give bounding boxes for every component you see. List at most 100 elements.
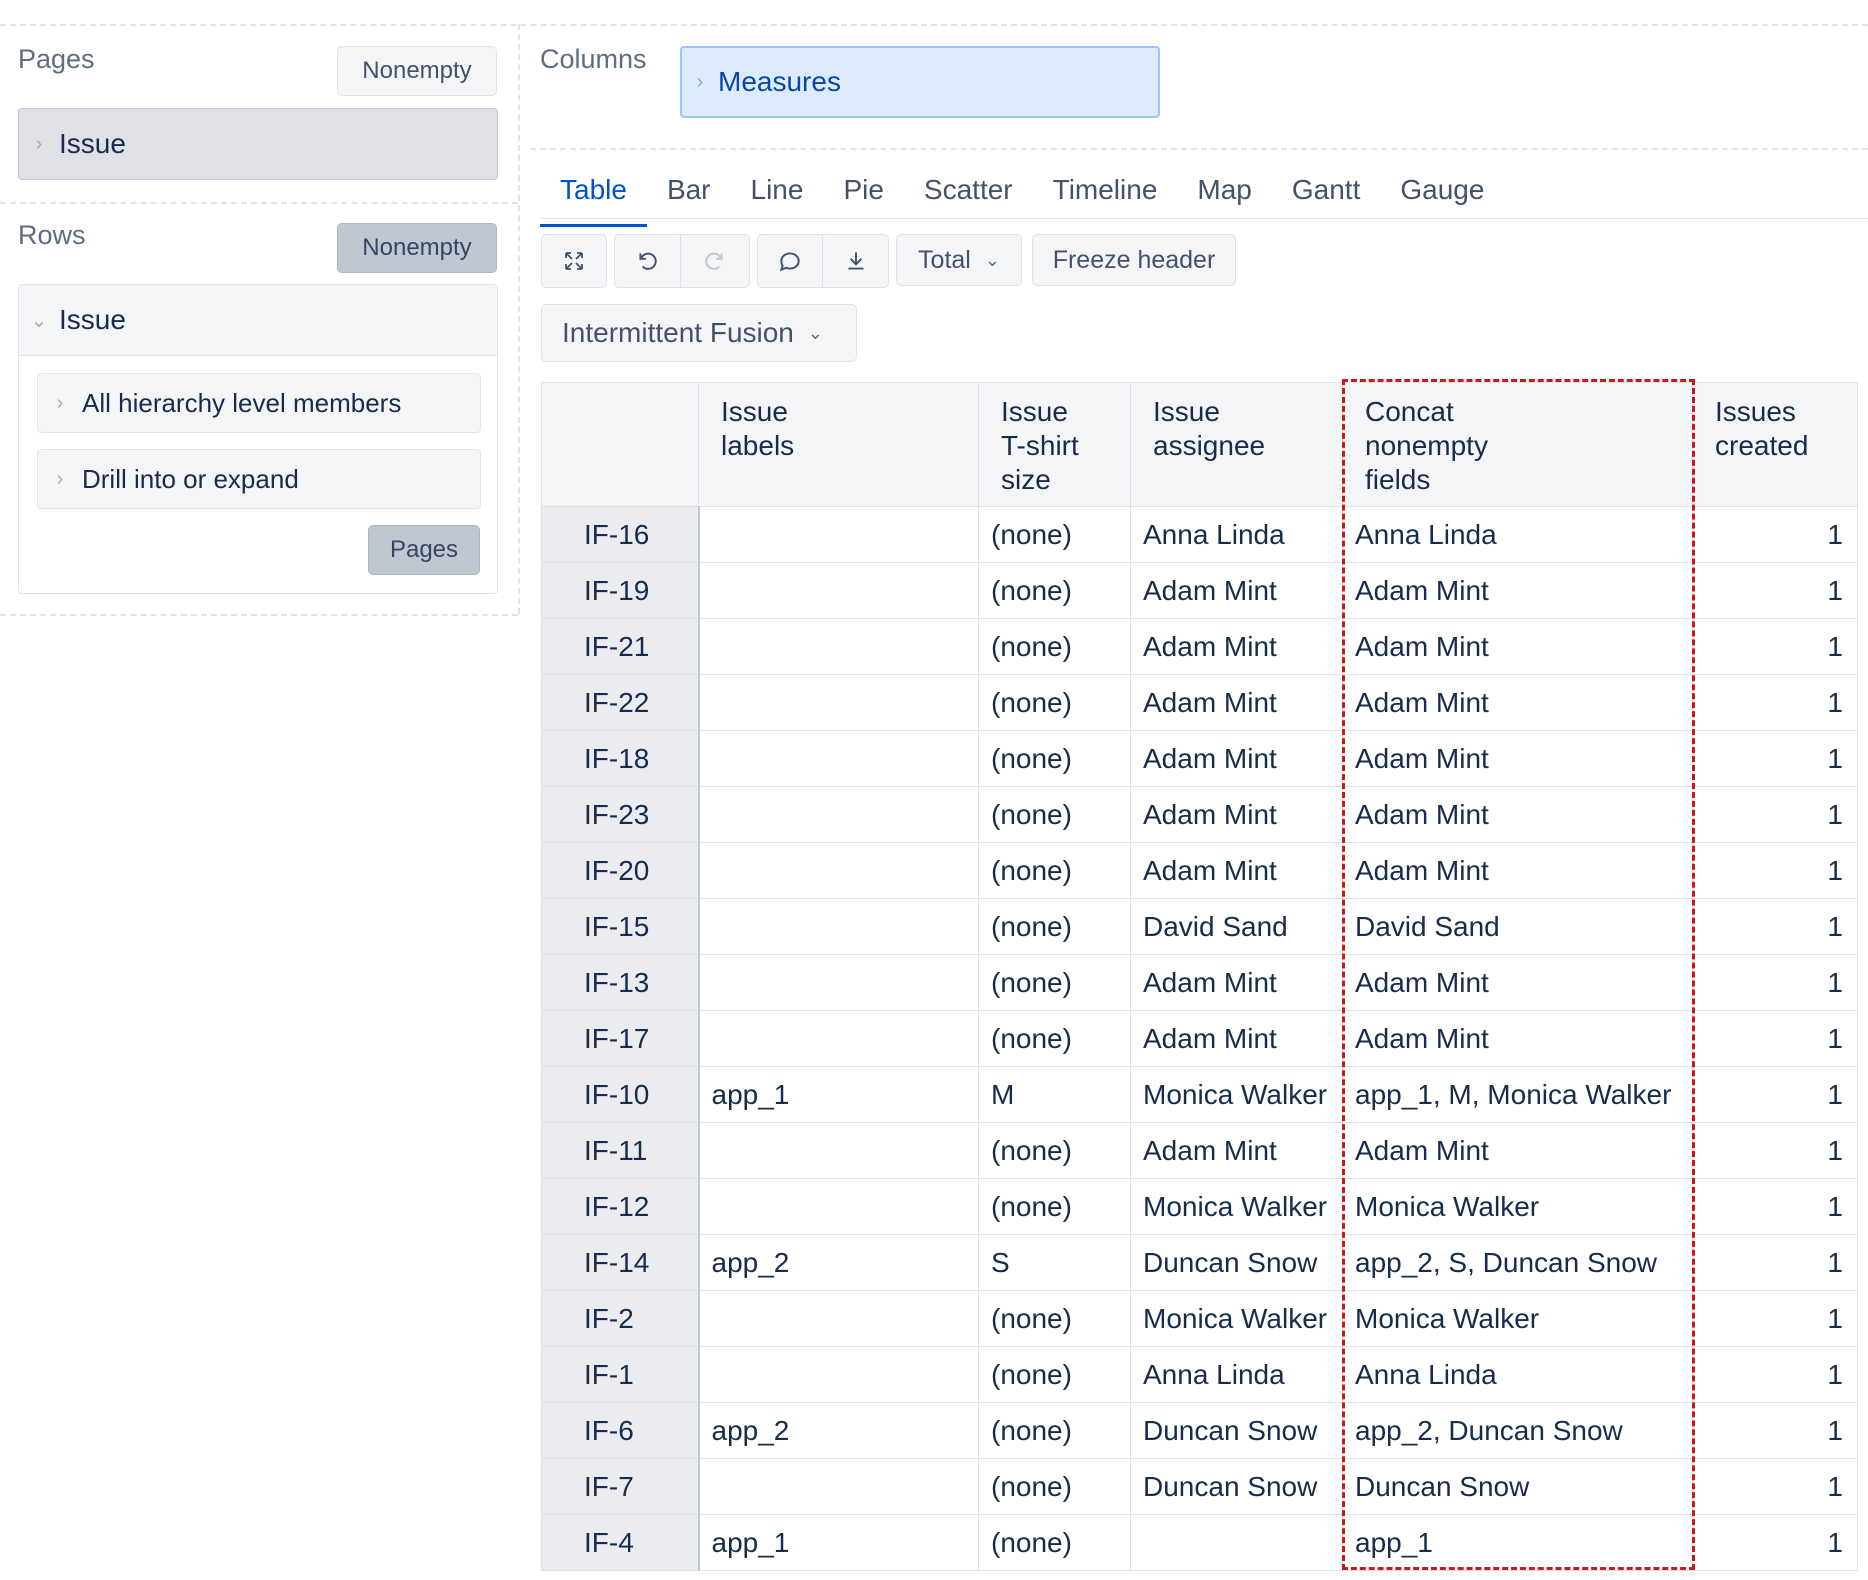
tab-timeline[interactable]: Timeline <box>1033 166 1178 224</box>
tab-map[interactable]: Map <box>1177 166 1271 224</box>
row-header-cell[interactable]: IF-13 <box>541 954 700 1011</box>
issue-assignee-cell: Adam Mint <box>1130 1122 1343 1179</box>
comment-download-group <box>757 234 889 288</box>
pages-button[interactable]: Pages <box>368 525 480 575</box>
issue-labels-cell <box>698 842 979 899</box>
row-header-cell[interactable]: IF-19 <box>541 562 700 619</box>
issue-labels-cell <box>698 898 979 955</box>
row-header-cell[interactable]: IF-22 <box>541 674 700 731</box>
row-header-cell[interactable]: IF-7 <box>541 1458 700 1515</box>
table-row: IF-7 (none) Duncan Snow Duncan Snow 1 <box>541 1458 1858 1515</box>
issue-assignee-cell: Adam Mint <box>1130 954 1343 1011</box>
issue-tshirt-size-cell: (none) <box>978 674 1131 731</box>
redo-icon[interactable] <box>681 235 747 287</box>
pages-issue-label: Issue <box>59 128 126 159</box>
issues-created-cell: 1 <box>1692 618 1858 675</box>
issues-created-cell: 1 <box>1692 1010 1858 1067</box>
column-header-issue-tshirt-size[interactable]: Issue T-shirt size <box>978 382 1131 507</box>
issue-labels-cell <box>698 1178 979 1235</box>
row-header-cell[interactable]: IF-23 <box>541 786 700 843</box>
all-hierarchy-level-members-item[interactable]: › All hierarchy level members <box>37 373 481 433</box>
column-header-concat-nonempty-fields[interactable]: Concat nonempty fields <box>1342 382 1693 507</box>
row-header-cell[interactable]: IF-10 <box>541 1066 700 1123</box>
row-header-cell[interactable]: IF-15 <box>541 898 700 955</box>
concat-nonempty-fields-cell: Anna Linda <box>1342 506 1693 563</box>
concat-nonempty-fields-cell: Adam Mint <box>1342 786 1693 843</box>
issue-assignee-cell: Anna Linda <box>1130 1346 1343 1403</box>
table-header-row: Issue labels Issue T-shirt size Issue as… <box>541 382 1858 507</box>
chevron-right-icon: › <box>35 132 43 155</box>
issue-labels-cell <box>698 1010 979 1067</box>
measures-label: Measures <box>718 66 841 97</box>
table-row: IF-16 (none) Anna Linda Anna Linda 1 <box>541 506 1858 563</box>
issue-labels-cell <box>698 786 979 843</box>
total-label: Total <box>918 245 971 274</box>
issue-tshirt-size-cell: (none) <box>978 842 1131 899</box>
tab-line[interactable]: Line <box>731 166 824 224</box>
issue-labels-cell <box>698 1458 979 1515</box>
row-header-cell[interactable]: IF-11 <box>541 1122 700 1179</box>
concat-nonempty-fields-cell: Adam Mint <box>1342 618 1693 675</box>
concat-nonempty-fields-cell: Monica Walker <box>1342 1290 1693 1347</box>
concat-nonempty-fields-cell: Adam Mint <box>1342 562 1693 619</box>
freeze-header-button[interactable]: Freeze header <box>1032 234 1236 286</box>
comment-icon[interactable] <box>758 235 823 287</box>
chevron-right-icon: › <box>56 467 64 490</box>
row-header-cell[interactable]: IF-14 <box>541 1234 700 1291</box>
rows-issue-panel: ⌄ Issue › All hierarchy level members › … <box>18 284 498 594</box>
row-header-cell[interactable]: IF-20 <box>541 842 700 899</box>
pages-title: Pages <box>18 44 95 74</box>
issues-created-cell: 1 <box>1692 842 1858 899</box>
project-dropdown[interactable]: Intermittent Fusion ⌄ <box>541 304 857 362</box>
pages-nonempty-button[interactable]: Nonempty <box>337 46 497 96</box>
tab-pie[interactable]: Pie <box>823 166 903 224</box>
issues-created-cell: 1 <box>1692 1458 1858 1515</box>
tab-table[interactable]: Table <box>540 166 647 227</box>
row-header-cell[interactable]: IF-6 <box>541 1402 700 1459</box>
issues-created-cell: 1 <box>1692 1122 1858 1179</box>
issue-assignee-cell: Monica Walker <box>1130 1290 1343 1347</box>
column-header-issues-created[interactable]: Issues created <box>1692 382 1858 507</box>
issue-assignee-cell: Adam Mint <box>1130 786 1343 843</box>
columns-divider <box>530 148 1868 150</box>
tab-gauge[interactable]: Gauge <box>1380 166 1504 224</box>
concat-nonempty-fields-cell: Adam Mint <box>1342 730 1693 787</box>
drill-into-or-expand-item[interactable]: › Drill into or expand <box>37 449 481 509</box>
row-header-cell[interactable]: IF-2 <box>541 1290 700 1347</box>
tab-scatter[interactable]: Scatter <box>904 166 1033 224</box>
row-header-cell[interactable]: IF-17 <box>541 1010 700 1067</box>
column-header-issue-assignee[interactable]: Issue assignee <box>1130 382 1343 507</box>
issues-created-cell: 1 <box>1692 786 1858 843</box>
issue-assignee-cell: Monica Walker <box>1130 1178 1343 1235</box>
row-header-cell[interactable]: IF-18 <box>541 730 700 787</box>
chevron-down-icon: ⌄ <box>30 309 48 332</box>
chevron-down-icon: ⌄ <box>807 322 823 343</box>
issues-created-cell: 1 <box>1692 898 1858 955</box>
concat-nonempty-fields-cell: Adam Mint <box>1342 674 1693 731</box>
row-header-cell[interactable]: IF-21 <box>541 618 700 675</box>
concat-nonempty-fields-cell: Duncan Snow <box>1342 1458 1693 1515</box>
measures-chip[interactable]: › Measures <box>680 46 1160 118</box>
undo-icon[interactable] <box>615 235 681 287</box>
results-table: Issue labels Issue T-shirt size Issue as… <box>541 382 1858 1571</box>
tab-bar[interactable]: Bar <box>647 166 731 224</box>
total-dropdown[interactable]: Total ⌄ <box>896 234 1022 286</box>
fullscreen-icon[interactable] <box>542 235 606 287</box>
row-header-cell[interactable]: IF-12 <box>541 1178 700 1235</box>
column-header-issue-labels[interactable]: Issue labels <box>698 382 979 507</box>
row-header-cell[interactable]: IF-4 <box>541 1514 700 1571</box>
chevron-right-icon: › <box>696 70 704 93</box>
row-header-cell[interactable]: IF-16 <box>541 506 700 563</box>
tab-gantt[interactable]: Gantt <box>1272 166 1380 224</box>
rows-issue-label: Issue <box>59 304 126 335</box>
row-header-cell[interactable]: IF-1 <box>541 1346 700 1403</box>
concat-nonempty-fields-cell: Adam Mint <box>1342 1010 1693 1067</box>
rows-issue-header[interactable]: ⌄ Issue <box>19 285 497 356</box>
left-panel-divider <box>518 24 520 614</box>
pages-issue-chip[interactable]: › Issue <box>18 108 498 180</box>
issue-assignee-cell: Adam Mint <box>1130 842 1343 899</box>
download-icon[interactable] <box>823 235 888 287</box>
issues-created-cell: 1 <box>1692 562 1858 619</box>
fullscreen-group <box>541 234 607 288</box>
rows-nonempty-button[interactable]: Nonempty <box>337 223 497 273</box>
